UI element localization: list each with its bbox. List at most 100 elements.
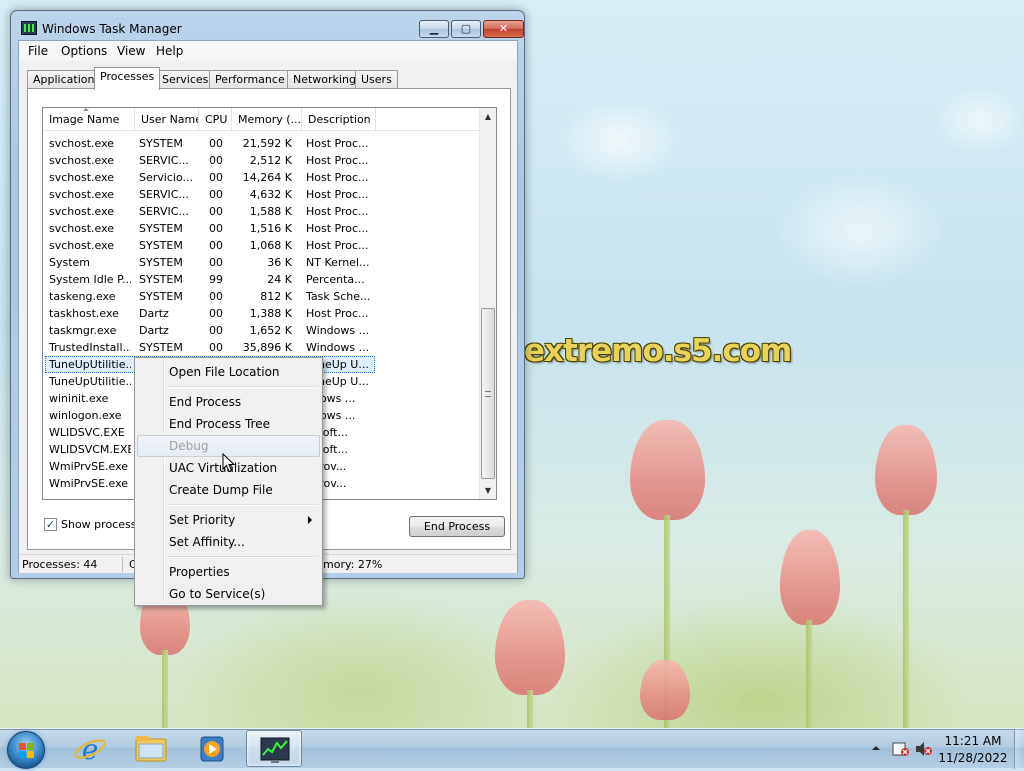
cell-memory: 1,068 K <box>249 239 292 252</box>
cell-description: Task Sche... <box>306 290 371 303</box>
action-center-icon[interactable] <box>892 741 910 757</box>
table-row[interactable]: TrustedInstall... SYSTEM 00 35,896 K Windows… <box>43 339 481 356</box>
menu-item-create-dump-file[interactable]: Create Dump File <box>137 479 320 501</box>
sort-ascending-icon <box>83 108 89 111</box>
tab-services[interactable]: Services <box>156 70 215 89</box>
menu-separator <box>167 386 319 388</box>
cell-user-name: SERVIC... <box>139 188 189 201</box>
column-description[interactable]: Description <box>302 108 376 131</box>
cell-memory: 4,632 K <box>249 188 292 201</box>
menu-item-label: Set Priority <box>169 513 236 527</box>
title-bar[interactable]: Windows Task Manager ▁ ▢ ✕ <box>11 11 524 41</box>
tab-users[interactable]: Users <box>355 70 398 89</box>
column-image-name[interactable]: Image Name <box>43 108 135 131</box>
tab-strip: Applications Processes Services Performa… <box>27 67 507 90</box>
menu-view[interactable]: View <box>117 44 145 58</box>
cell-memory: 1,388 K <box>249 307 292 320</box>
menu-help[interactable]: Help <box>156 44 183 58</box>
clock-time[interactable]: 11:21 AM <box>934 734 1012 748</box>
menu-item-set-affinity[interactable]: Set Affinity... <box>137 531 320 553</box>
internet-explorer-icon[interactable]: e <box>62 730 118 767</box>
table-row[interactable]: svchost.exe SYSTEM 00 21,592 K Host Proc... <box>43 135 481 152</box>
cell-memory: 1,516 K <box>249 222 292 235</box>
cell-cpu: 00 <box>209 137 223 150</box>
checkbox-check-icon[interactable]: ✓ <box>44 518 57 531</box>
cell-memory: 24 K <box>267 273 292 286</box>
svg-text:e: e <box>82 733 99 766</box>
cell-image-name: svchost.exe <box>49 171 115 184</box>
tab-performance[interactable]: Performance <box>209 70 291 89</box>
cell-image-name: taskeng.exe <box>49 290 116 303</box>
tab-networking[interactable]: Networking <box>287 70 362 89</box>
scroll-down-arrow-icon[interactable]: ▼ <box>480 482 496 499</box>
task-manager-icon[interactable] <box>246 730 302 767</box>
media-player-icon[interactable] <box>184 730 240 767</box>
menu-item-end-process[interactable]: End Process <box>137 391 320 413</box>
table-row[interactable]: svchost.exe SYSTEM 00 1,068 K Host Proc... <box>43 237 481 254</box>
task-manager-app-icon[interactable] <box>21 21 37 35</box>
cell-cpu: 00 <box>209 307 223 320</box>
scrollbar-grip-icon <box>485 391 491 397</box>
cell-memory: 812 K <box>260 290 292 303</box>
table-row[interactable]: taskmgr.exe Dartz 00 1,652 K Windows ... <box>43 322 481 339</box>
cell-description: Host Proc... <box>306 188 369 201</box>
table-row[interactable]: taskhost.exe Dartz 00 1,388 K Host Proc... <box>43 305 481 322</box>
taskbar: e 11:21 AM 11/28/2022 <box>0 728 1024 769</box>
cell-image-name: svchost.exe <box>49 188 115 201</box>
cell-image-name: System <box>49 256 91 269</box>
cell-cpu: 00 <box>209 171 223 184</box>
menu-file[interactable]: File <box>28 44 48 58</box>
cell-image-name: TrustedInstall... <box>49 341 131 354</box>
cell-description: Windows ... <box>306 341 370 354</box>
volume-muted-icon[interactable] <box>915 741 933 757</box>
cell-description: Windows ... <box>306 324 370 337</box>
table-row[interactable]: svchost.exe SYSTEM 00 1,516 K Host Proc... <box>43 220 481 237</box>
cell-description: Host Proc... <box>306 154 369 167</box>
cell-user-name: SYSTEM <box>139 273 183 286</box>
table-row[interactable]: taskeng.exe SYSTEM 00 812 K Task Sche... <box>43 288 481 305</box>
cell-image-name: svchost.exe <box>49 222 115 235</box>
menu-item-label: Create Dump File <box>169 483 273 497</box>
menu-item-set-priority[interactable]: Set Priority <box>137 509 320 531</box>
column-cpu[interactable]: CPU <box>199 108 232 131</box>
table-row[interactable]: svchost.exe SERVIC... 00 2,512 K Host Proc..… <box>43 152 481 169</box>
cell-cpu: 00 <box>209 324 223 337</box>
cell-user-name: SERVIC... <box>139 205 189 218</box>
vertical-scrollbar[interactable]: ▲ ▼ <box>479 108 496 499</box>
menu-separator <box>167 556 319 558</box>
cell-description: Percenta... <box>306 273 365 286</box>
windows-explorer-icon[interactable] <box>123 730 179 767</box>
menu-item-end-process-tree[interactable]: End Process Tree <box>137 413 320 435</box>
cell-image-name: wininit.exe <box>49 392 109 405</box>
table-row[interactable]: System SYSTEM 00 36 K NT Kernel... <box>43 254 481 271</box>
start-button[interactable] <box>7 731 45 769</box>
table-row[interactable]: svchost.exe Servicio... 00 14,264 K Host Pro… <box>43 169 481 186</box>
menu-item-properties[interactable]: Properties <box>137 561 320 583</box>
minimize-button[interactable]: ▁ <box>419 20 449 38</box>
column-user-name[interactable]: User Name <box>135 108 199 131</box>
clock-date[interactable]: 11/28/2022 <box>934 751 1012 765</box>
scroll-up-arrow-icon[interactable]: ▲ <box>480 108 496 125</box>
scrollbar-thumb[interactable] <box>481 308 495 479</box>
cell-memory: 1,652 K <box>249 324 292 337</box>
table-row[interactable]: System Idle P... SYSTEM 99 24 K Percenta... <box>43 271 481 288</box>
menu-item-go-to-service-s[interactable]: Go to Service(s) <box>137 583 320 605</box>
menu-options[interactable]: Options <box>61 44 107 58</box>
table-row[interactable]: svchost.exe SERVIC... 00 1,588 K Host Proc..… <box>43 203 481 220</box>
tab-processes[interactable]: Processes <box>94 67 161 90</box>
table-row[interactable]: svchost.exe SERVIC... 00 4,632 K Host Proc..… <box>43 186 481 203</box>
cell-memory: 35,896 K <box>242 341 292 354</box>
maximize-button[interactable]: ▢ <box>451 20 481 38</box>
cell-image-name: System Idle P... <box>49 273 131 286</box>
cell-user-name: SYSTEM <box>139 137 183 150</box>
menu-bar: File Options View Help <box>19 41 517 61</box>
menu-item-open-file-location[interactable]: Open File Location <box>137 361 320 383</box>
show-hidden-icons-icon[interactable] <box>872 744 880 752</box>
end-process-button[interactable]: End Process <box>409 516 505 537</box>
show-desktop-button[interactable] <box>1014 729 1024 769</box>
column-memory[interactable]: Memory (... <box>232 108 302 131</box>
cell-cpu: 00 <box>209 154 223 167</box>
cell-description: Host Proc... <box>306 137 369 150</box>
cell-memory: 36 K <box>267 256 292 269</box>
close-button[interactable]: ✕ <box>483 20 524 38</box>
